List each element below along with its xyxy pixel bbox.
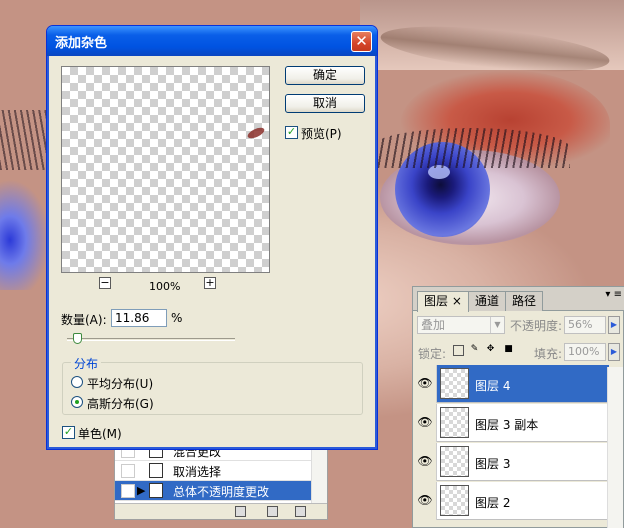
zoom-level: 100% <box>149 280 181 293</box>
opacity-arrow-icon[interactable]: ▶ <box>608 316 620 334</box>
close-button[interactable]: ✕ <box>351 31 372 52</box>
history-snapshot-box[interactable] <box>121 464 135 478</box>
fill-arrow-icon[interactable]: ▶ <box>608 343 620 361</box>
zoom-controls: − 100% + <box>61 277 270 293</box>
layers-scrollbar[interactable] <box>607 367 623 528</box>
layer-name: 图层 3 <box>475 457 511 471</box>
layer-thumbnail <box>440 446 469 477</box>
ok-button[interactable]: 确定 <box>285 66 365 85</box>
history-row-selected[interactable]: ▶ 总体不透明度更改 <box>115 481 312 501</box>
gaussian-radio[interactable] <box>71 396 83 408</box>
visibility-column: 👁 <box>413 365 437 403</box>
layer-name: 图层 2 <box>475 496 511 510</box>
amount-unit: % <box>171 311 183 325</box>
opacity-input[interactable]: 56% <box>564 316 606 334</box>
preview-checkbox[interactable]: ✓ <box>285 126 298 139</box>
dialog-title: 添加杂色 <box>55 35 108 51</box>
layer-name: 图层 3 副本 <box>475 418 539 432</box>
chevron-down-icon: ▼ <box>490 317 504 333</box>
amount-input[interactable]: 11.86 <box>111 309 167 327</box>
layer-row[interactable]: 👁 图层 2 <box>413 482 609 520</box>
monochromatic-checkbox[interactable]: ✓ <box>62 426 75 439</box>
zoom-out-button[interactable]: − <box>99 277 111 289</box>
fill-label: 填充: <box>534 347 563 361</box>
history-state-arrow-icon: ▶ <box>137 484 146 497</box>
layer-row[interactable]: 👁 图层 3 <box>413 443 609 481</box>
gaussian-label: 高斯分布(G) <box>87 397 154 411</box>
amount-label: 数量(A): <box>61 313 107 327</box>
radio-selected-dot <box>75 400 79 404</box>
eye-icon[interactable]: 👁 <box>417 377 433 389</box>
layer-thumbnail <box>440 407 469 438</box>
add-noise-dialog: 添加杂色 ✕ − 100% + 确定 取消 ✓ 预览(P) 数量(A): 11.… <box>46 25 378 450</box>
tab-layers[interactable]: 图层 × <box>417 291 469 312</box>
lock-label: 锁定: <box>418 347 447 361</box>
zoom-in-button[interactable]: + <box>204 277 216 289</box>
tab-channels[interactable]: 通道 <box>468 291 507 311</box>
photo-eyelashes <box>370 128 570 168</box>
amount-slider-track[interactable] <box>67 338 235 341</box>
history-snapshot-box[interactable] <box>121 484 135 498</box>
layer-thumbnail <box>440 368 469 399</box>
filter-preview[interactable] <box>61 66 270 273</box>
blend-mode-select[interactable]: 叠加 ▼ <box>417 316 505 334</box>
history-label: 总体不透明度更改 <box>173 485 270 499</box>
layer-row[interactable]: 👁 图层 3 副本 <box>413 404 609 442</box>
layer-row-selected[interactable]: 👁 图层 4 <box>413 365 609 403</box>
new-document-icon[interactable] <box>235 506 246 517</box>
history-step-icon <box>149 463 163 478</box>
close-icon: ✕ <box>355 32 368 50</box>
opacity-label: 不透明度: <box>510 319 563 333</box>
visibility-column: 👁 <box>413 404 437 442</box>
fill-input[interactable]: 100% <box>564 343 606 361</box>
history-step-icon <box>149 483 163 498</box>
camera-snapshot-icon[interactable] <box>267 506 278 517</box>
lock-all-icon[interactable]: ■ <box>503 345 514 356</box>
lock-move-icon[interactable]: ✥ <box>485 345 496 356</box>
history-panel: 混合更改 取消选择 ▶ 总体不透明度更改 <box>114 440 328 520</box>
uniform-label: 平均分布(U) <box>87 377 154 391</box>
eye-icon[interactable]: 👁 <box>417 494 433 506</box>
layer-thumbnail <box>440 485 469 516</box>
visibility-column: 👁 <box>413 443 437 481</box>
history-footer <box>115 503 327 519</box>
photo-left-eyelashes <box>0 110 50 170</box>
lock-brush-icon[interactable]: ✎ <box>469 345 480 356</box>
monochromatic-label: 单色(M) <box>78 427 122 441</box>
distribution-title: 分布 <box>71 355 102 372</box>
uniform-radio[interactable] <box>71 376 83 388</box>
layers-tabs: 图层 × 通道 路径 ▾ ≡ <box>413 287 624 312</box>
eye-icon[interactable]: 👁 <box>417 416 433 428</box>
blend-mode-value: 叠加 <box>421 318 446 332</box>
layers-panel: 图层 × 通道 路径 ▾ ≡ 叠加 ▼ 不透明度: 56% ▶ 锁定: ✎ ✥ … <box>412 286 624 528</box>
cancel-button[interactable]: 取消 <box>285 94 365 113</box>
history-scrollbar[interactable] <box>311 441 327 503</box>
amount-slider-thumb[interactable] <box>73 333 83 344</box>
visibility-column: 👁 <box>413 482 437 520</box>
tab-paths[interactable]: 路径 <box>505 291 544 311</box>
panel-menu-icon[interactable]: ▾ ≡ <box>605 289 622 300</box>
preview-content <box>246 125 266 141</box>
layer-name: 图层 4 <box>475 379 511 393</box>
preview-label: 预览(P) <box>301 127 342 141</box>
history-row[interactable]: 取消选择 <box>115 461 312 481</box>
dialog-titlebar[interactable]: 添加杂色 <box>47 26 377 56</box>
eye-icon[interactable]: 👁 <box>417 455 433 467</box>
trash-icon[interactable] <box>295 506 306 517</box>
lock-transparency-icon[interactable] <box>453 345 464 356</box>
history-label: 取消选择 <box>173 465 222 479</box>
